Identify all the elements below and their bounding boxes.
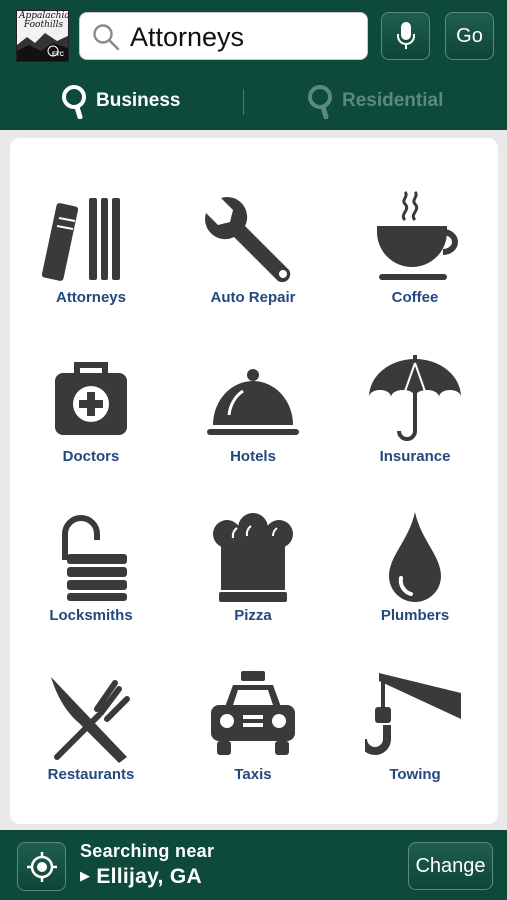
category-taxis[interactable]: Taxis [172,623,334,783]
category-attorneys[interactable]: Attorneys [10,146,172,306]
change-location-button[interactable]: Change [408,842,493,890]
go-button[interactable]: Go [445,12,494,60]
category-pizza[interactable]: Pizza [172,464,334,624]
current-location-button[interactable] [17,842,66,891]
app-logo: Appalachian Foothills ETC [16,10,69,62]
location-city-text: Ellijay, GA [96,865,202,888]
search-icon [93,24,120,51]
category-label: Attorneys [55,289,126,306]
books-icon [41,198,120,281]
top-bar: Appalachian Foothills ETC Go [0,0,507,130]
category-auto-repair[interactable]: Auto Repair [172,146,334,306]
chef-hat-icon [213,513,293,602]
category-label: Pizza [234,607,272,624]
category-label: Locksmiths [49,607,133,624]
search-icon [308,85,332,119]
tab-label: Business [96,90,181,111]
category-doctors[interactable]: Doctors [10,305,172,465]
medical-bag-icon [55,362,127,435]
category-label: Insurance [379,448,451,465]
location-bar: Searching near ▶ Ellijay, GA Change [0,830,507,900]
coffee-cup-icon [377,190,458,280]
category-coffee[interactable]: Coffee [334,146,496,306]
category-label: Auto Repair [210,289,296,306]
water-drop-icon [389,512,441,602]
tab-business[interactable]: Business [60,79,180,123]
logo-brand: ETC [52,52,64,58]
search-icon [62,85,86,119]
category-hotels[interactable]: Hotels [172,305,334,465]
umbrella-icon [369,355,461,441]
microphone-icon [396,22,415,49]
category-label: Hotels [230,448,276,465]
category-grid: Attorneys Auto Repair Coffee Doctors Hot… [10,138,498,824]
cloche-icon [207,369,299,435]
category-restaurants[interactable]: Restaurants [10,623,172,783]
taxi-icon [211,671,295,755]
category-label: Doctors [62,448,120,465]
wrench-icon [205,197,291,283]
tow-hook-icon [365,673,461,755]
logo-text: Appalachian Foothills [19,11,68,30]
category-label: Restaurants [47,766,135,783]
voice-search-button[interactable] [381,12,430,60]
location-city: ▶ Ellijay, GA [80,865,202,889]
category-insurance[interactable]: Insurance [334,305,496,465]
category-towing[interactable]: Towing [334,623,496,783]
padlock-icon [62,515,127,601]
search-box[interactable] [79,12,368,60]
caret-right-icon: ▶ [80,868,91,883]
tab-label: Residential [342,90,444,111]
tab-divider [243,89,244,115]
search-input[interactable] [130,19,360,55]
category-plumbers[interactable]: Plumbers [334,464,496,624]
tab-residential[interactable]: Residential [306,79,443,123]
category-label: Towing [389,766,441,783]
search-type-tabs: Business Residential [0,75,507,127]
category-label: Coffee [391,289,439,306]
category-label: Taxis [234,766,272,783]
category-locksmiths[interactable]: Locksmiths [10,464,172,624]
category-label: Plumbers [380,607,450,624]
searching-near-label: Searching near [80,841,215,861]
crosshair-icon [26,851,57,882]
fork-knife-icon [51,677,130,763]
